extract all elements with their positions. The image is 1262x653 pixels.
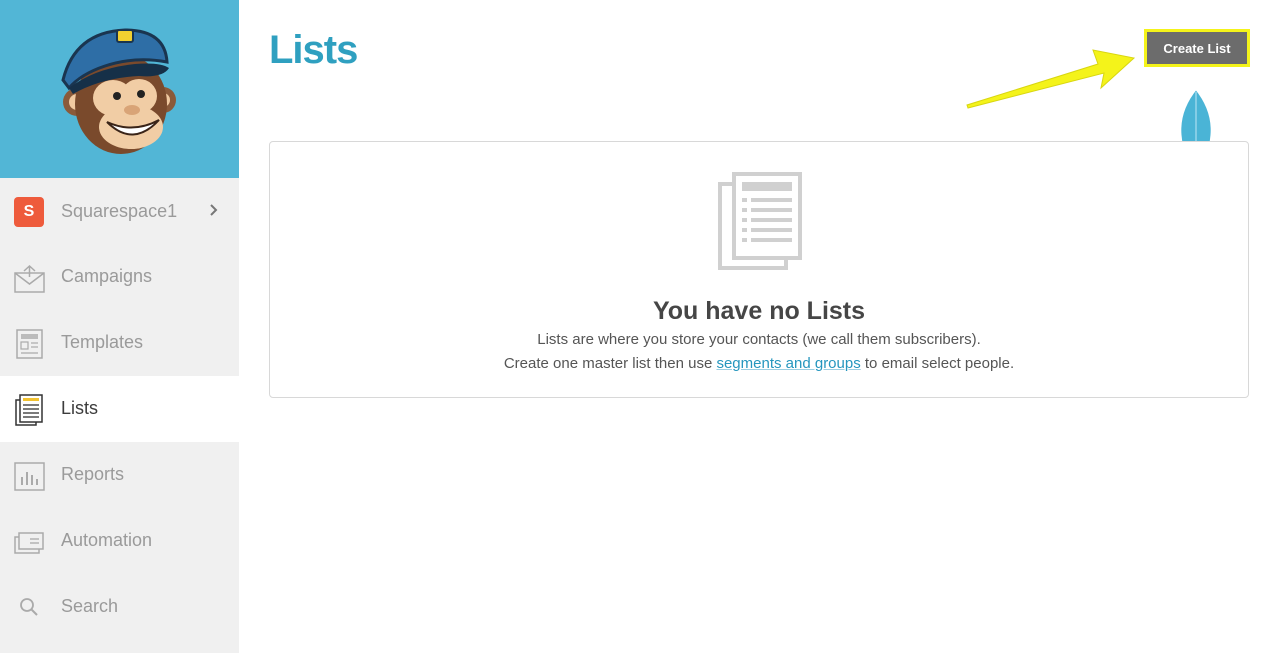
sidebar-item-label: Lists [61, 398, 99, 418]
sidebar-item-label: Campaigns [61, 266, 153, 286]
template-icon [16, 329, 43, 359]
account-switcher[interactable]: S Squarespace1 [0, 178, 239, 244]
create-list-button[interactable]: Create List [1144, 29, 1250, 67]
sidebar-item-label: Automation [61, 530, 153, 550]
search-icon [20, 598, 38, 616]
empty-state-panel: You have no Lists Lists are where you st… [269, 141, 1249, 398]
empty-state-title: You have no Lists [652, 297, 866, 325]
freddie-logo[interactable] [55, 22, 185, 157]
sidebar-item-reports[interactable]: Reports [0, 442, 239, 508]
page-title: Lists [269, 28, 358, 72]
logo-area [0, 0, 239, 178]
automation-icon [14, 532, 44, 554]
sidebar-item-label: Search [61, 596, 119, 616]
bar-chart-icon [14, 462, 45, 491]
sidebar-item-label: Templates [61, 332, 144, 352]
sidebar-item-campaigns[interactable]: Campaigns [0, 244, 239, 310]
sidebar-item-lists[interactable]: Lists [0, 376, 239, 442]
account-name: Squarespace1 [61, 201, 178, 221]
highlight-arrow-icon [966, 49, 1136, 109]
sidebar-nav: S Squarespace1 Campaigns Templates Lists… [0, 178, 239, 640]
hint-text-after: to email select people. [860, 355, 1015, 372]
sidebar-item-search[interactable]: Search [0, 574, 239, 640]
account-badge: S [14, 197, 44, 227]
segments-and-groups-link[interactable]: segments and groups [716, 355, 860, 372]
sidebar-item-automation[interactable]: Automation [0, 508, 239, 574]
lists-document-icon [718, 172, 802, 270]
envelope-icon [14, 264, 45, 293]
list-icon [15, 394, 43, 426]
hint-text-before: Create one master list then use [503, 355, 717, 372]
chevron-right-icon [210, 204, 218, 216]
empty-state-hint: Create one master list then use segments… [270, 355, 1248, 372]
sidebar-item-label: Reports [61, 464, 125, 484]
sidebar-item-templates[interactable]: Templates [0, 310, 239, 376]
sidebar: S Squarespace1 Campaigns Templates Lists… [0, 0, 239, 653]
empty-state-description: Lists are where you store your contacts … [537, 331, 981, 348]
